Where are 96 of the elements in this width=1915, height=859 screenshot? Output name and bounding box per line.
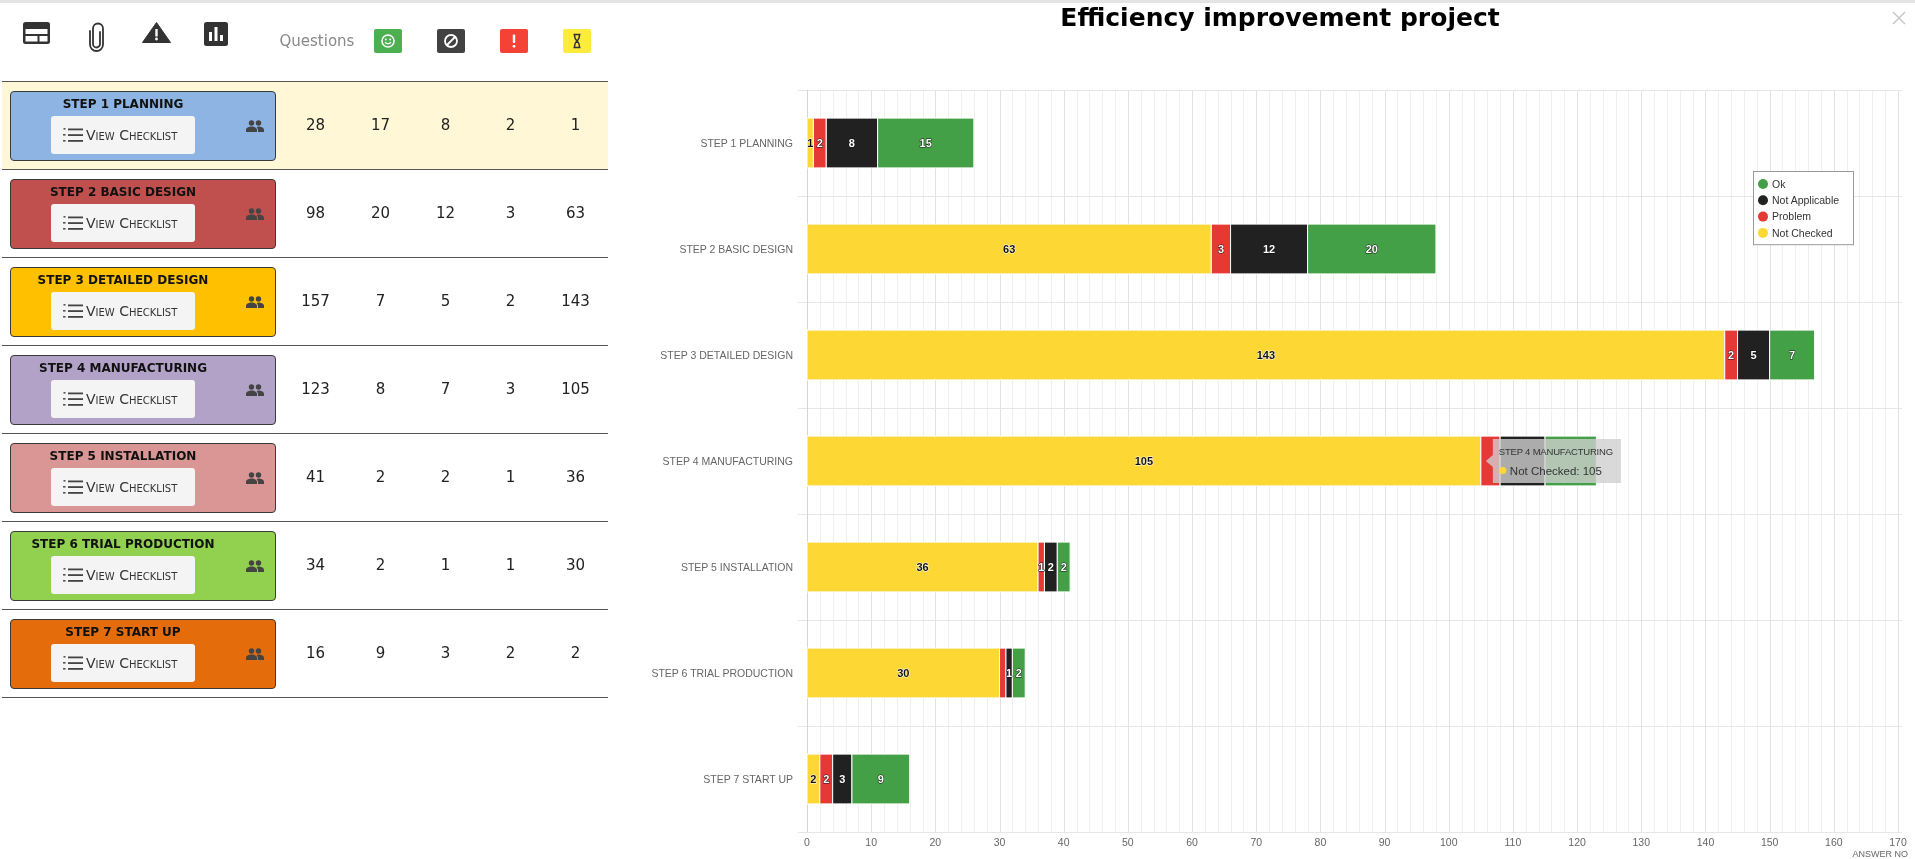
table-cell-text: 2 — [569, 643, 582, 665]
axis-tick-label: 130 — [1632, 836, 1651, 848]
table-cell-text: 157 — [300, 291, 331, 313]
bar-value-label: 9 — [877, 773, 884, 785]
bar-value-label: 105 — [1134, 455, 1154, 467]
table-cell-text: 30 — [564, 555, 587, 577]
axis-tick-label: 120 — [1568, 836, 1586, 848]
axis-tick-label: 160 — [1825, 836, 1843, 848]
table-cell-text: 2 — [374, 555, 387, 577]
table-cell-text: 28 — [304, 115, 327, 137]
axis-title: ANSWER NO — [1852, 849, 1908, 859]
category-label: STEP 2 BASIC DESIGN — [679, 243, 793, 255]
bar-value-label: 36 — [916, 561, 929, 573]
table-cell-text: 3 — [504, 203, 517, 225]
bar-value-label: 7 — [1789, 349, 1796, 361]
chart-title: Efficiency improvement project — [1060, 3, 1500, 33]
table-cell-text: 16 — [304, 643, 327, 665]
bar-value-label: 2 — [1047, 561, 1054, 573]
bar-value-label: 1 — [807, 137, 814, 149]
table-cell-text: 1 — [569, 115, 582, 137]
column-header: Questions — [278, 31, 356, 50]
bar-value-label: 2 — [823, 773, 830, 785]
table-cell-text: 8 — [439, 115, 452, 137]
bar-value-label: 15 — [919, 137, 932, 149]
bar-value-label: 30 — [897, 667, 910, 679]
table-cell-text: 2 — [504, 115, 517, 137]
category-label: STEP 4 MANUFACTURING — [662, 455, 793, 467]
bar-value-label: 2 — [1060, 561, 1067, 573]
step-title: STEP 7 START UP — [65, 624, 181, 640]
category-label: STEP 5 INSTALLATION — [680, 561, 793, 573]
table-cell-text: 34 — [304, 555, 327, 577]
table-cell-text: 98 — [304, 203, 327, 225]
step-title: STEP 4 MANUFACTURING — [39, 360, 207, 376]
bar-value-label: 1 — [1038, 561, 1045, 573]
tooltip-text: Not Checked: 105 — [1509, 464, 1602, 477]
table-cell-text: 41 — [304, 467, 327, 489]
axis-tick-label: 140 — [1696, 836, 1715, 848]
bar-value-label: 20 — [1365, 243, 1378, 255]
bar-value-label: 3 — [1217, 243, 1224, 255]
bar-value-label: 2 — [816, 137, 823, 149]
category-label: STEP 6 TRIAL PRODUCTION — [651, 667, 793, 679]
axis-tick-label: 70 — [1250, 836, 1263, 848]
step-title: STEP 5 INSTALLATION — [49, 448, 197, 464]
table-cell-text: 143 — [560, 291, 591, 313]
axis-tick-label: 150 — [1760, 836, 1779, 848]
table-cell-text: 123 — [300, 379, 331, 401]
bar-value-label: 3 — [839, 773, 846, 785]
table-cell-text: 1 — [439, 555, 452, 577]
table-cell-text: 7 — [439, 379, 452, 401]
axis-tick-label: 50 — [1122, 836, 1134, 848]
step-title: STEP 3 DETAILED DESIGN — [37, 272, 209, 288]
bar-value-label: 2 — [1728, 349, 1735, 361]
table-cell-text: 63 — [564, 203, 587, 225]
step-title: STEP 1 PLANNING — [62, 96, 184, 112]
category-label: STEP 7 START UP — [703, 773, 793, 785]
axis-tick-label: 110 — [1504, 836, 1522, 848]
axis-tick-label: 40 — [1057, 836, 1070, 848]
table-cell-text: 2 — [504, 291, 517, 313]
table-cell-text: 17 — [369, 115, 392, 137]
category-label: STEP 3 DETAILED DESIGN — [660, 349, 793, 361]
table-cell-text: 105 — [560, 379, 591, 401]
bar-value-label: 2 — [810, 773, 817, 785]
bar-value-label: 143 — [1256, 349, 1276, 361]
step-title: STEP 2 BASIC DESIGN — [49, 184, 197, 200]
axis-tick-label: 90 — [1378, 836, 1391, 848]
axis-tick-label: 0 — [804, 836, 810, 848]
table-cell-text: 2 — [439, 467, 452, 489]
bar-value-label: 12 — [1262, 243, 1276, 255]
table-cell-text: 2 — [374, 467, 387, 489]
bar-value-label: 1 — [1006, 667, 1013, 679]
table-cell-text: 20 — [369, 203, 392, 225]
table-cell-text: 36 — [564, 467, 587, 489]
tooltip-title: STEP 4 MANUFACTURING — [1498, 446, 1613, 457]
axis-tick-label: 10 — [865, 836, 877, 848]
step-title: STEP 6 TRIAL PRODUCTION — [31, 536, 215, 552]
axis-tick-label: 30 — [993, 836, 1006, 848]
table-cell-text: 3 — [504, 379, 517, 401]
bar-value-label: 63 — [1003, 243, 1016, 255]
table-cell-text: 9 — [374, 643, 387, 665]
bar-value-label: 2 — [1015, 667, 1022, 679]
axis-tick-label: 20 — [929, 836, 942, 848]
table-cell-text: 1 — [504, 555, 517, 577]
axis-tick-label: 80 — [1314, 836, 1327, 848]
axis-tick-label: 100 — [1440, 836, 1458, 848]
bar-value-label: 8 — [848, 137, 855, 149]
table-cell-text: 12 — [434, 203, 457, 225]
table-cell-text: 8 — [374, 379, 387, 401]
table-cell-text: 3 — [439, 643, 452, 665]
category-label: STEP 1 PLANNING — [700, 137, 793, 149]
table-cell-text: 1 — [504, 467, 517, 489]
table-cell-text: 5 — [439, 291, 452, 313]
table-cell-text: 7 — [374, 291, 387, 313]
axis-tick-label: 60 — [1186, 836, 1198, 848]
axis-tick-label: 170 — [1889, 836, 1907, 848]
table-cell-text: 2 — [504, 643, 517, 665]
bar-value-label: 5 — [1750, 349, 1757, 361]
